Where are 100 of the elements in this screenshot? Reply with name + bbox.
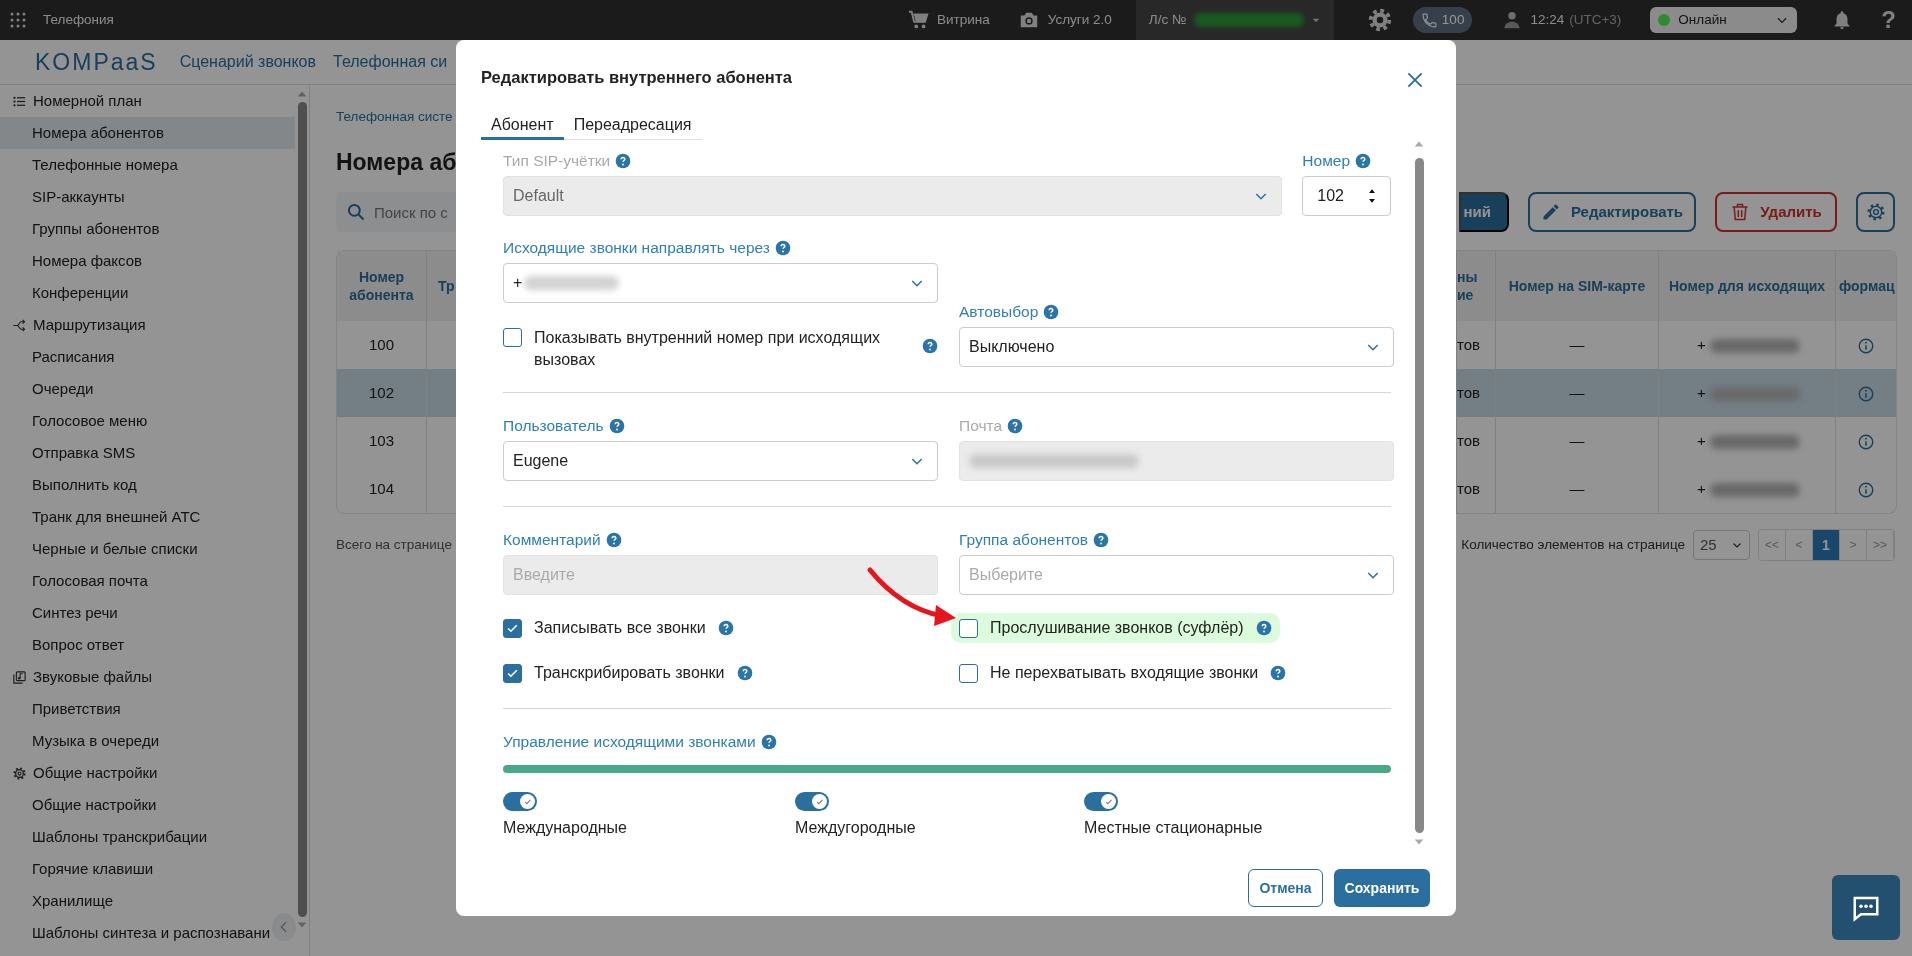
sidebar-item[interactable]: Синтез речи: [0, 597, 295, 629]
total-label: Всего на странице: [336, 535, 452, 554]
sidebar-item[interactable]: SIP-аккаунты: [0, 181, 295, 213]
sidebar-item[interactable]: Группы абонентов: [0, 213, 295, 245]
sidebar-item[interactable]: Транк для внешней АТС: [0, 501, 295, 533]
clock-time: 12:24: [1530, 10, 1565, 29]
close-button[interactable]: [1405, 70, 1425, 90]
sidebar-group[interactable]: Звуковые файлы: [0, 661, 295, 693]
select-field[interactable]: Выключено: [959, 327, 1394, 367]
info-icon[interactable]: [1857, 480, 1875, 499]
scroll-up-icon: [296, 89, 308, 99]
sidebar-item[interactable]: Номера абонентов: [0, 117, 295, 149]
help-icon[interactable]: [1355, 153, 1372, 169]
apps-grid-icon[interactable]: [9, 11, 27, 29]
settings-icon[interactable]: [1366, 7, 1393, 33]
info-icon[interactable]: [1857, 384, 1875, 403]
sidebar-item[interactable]: Музыка в очереди: [0, 725, 295, 757]
help-icon[interactable]: [760, 734, 777, 750]
search-icon: [346, 202, 366, 222]
page-title: Номера аб: [336, 148, 457, 175]
help-icon[interactable]: [922, 338, 938, 354]
spinner-arrows-icon: [1366, 187, 1378, 205]
number-input[interactable]: 102: [1302, 176, 1391, 216]
help-link[interactable]: ?: [1881, 2, 1896, 38]
settings-button[interactable]: [1856, 192, 1895, 232]
info-icon[interactable]: [1857, 432, 1875, 451]
sidebar-item[interactable]: Расписания: [0, 341, 295, 373]
select-field[interactable]: +: [503, 263, 938, 303]
trash-icon: [1730, 202, 1751, 222]
page-size-select[interactable]: 25: [1693, 530, 1750, 560]
sidebar-item[interactable]: Телефонные номера: [0, 149, 295, 181]
logo[interactable]: KOMPaaS: [35, 44, 158, 80]
tab[interactable]: Переадресация: [563, 106, 702, 140]
help-icon[interactable]: [736, 665, 753, 681]
field-label: Исходящие звонки направлять через: [503, 238, 770, 258]
field-label: Тип SIP-учётки: [503, 151, 611, 171]
edit-button[interactable]: Редактировать: [1528, 192, 1696, 232]
table-cell: +: [1697, 431, 1706, 449]
help-icon[interactable]: [1007, 418, 1024, 434]
sidebar-item[interactable]: Шаблоны транскрибации: [0, 821, 295, 853]
checkbox[interactable]: [503, 663, 522, 683]
table-cell: —: [1569, 431, 1585, 449]
select-field[interactable]: Eugene: [503, 441, 938, 481]
timezone-label: (UTC+3): [1569, 10, 1622, 29]
breadcrumb-link[interactable]: Телефонная систе: [336, 107, 453, 127]
sidebar-item[interactable]: Конференции: [0, 277, 295, 309]
sidebar-group[interactable]: Номерной план: [0, 85, 295, 117]
sidebar-item[interactable]: Очереди: [0, 373, 295, 405]
column-header: формац: [1838, 277, 1895, 294]
sidebar-item[interactable]: Выполнить код: [0, 469, 295, 501]
page-size-label: Количество элементов на странице: [1461, 535, 1685, 554]
calls-counter[interactable]: 100: [1412, 7, 1473, 33]
help-icon[interactable]: [615, 153, 632, 169]
checkbox[interactable]: [503, 618, 522, 638]
help-icon[interactable]: [1270, 665, 1287, 681]
help-icon[interactable]: [1255, 620, 1272, 636]
sidebar-group[interactable]: Общие настройки: [0, 757, 295, 789]
info-icon[interactable]: [1857, 336, 1875, 355]
add-button[interactable]: ний: [1459, 192, 1509, 232]
toggle-switch[interactable]: [1084, 792, 1118, 811]
page-link[interactable]: 1: [1813, 530, 1840, 560]
services-link[interactable]: Услуги 2.0: [1017, 9, 1112, 31]
settings-icon: [12, 765, 27, 781]
table-cell: —: [1569, 335, 1585, 353]
checkbox[interactable]: [503, 328, 522, 347]
nav-link[interactable]: Телефонная си: [333, 50, 448, 74]
cart-icon: [908, 9, 931, 31]
save-button[interactable]: Сохранить: [1334, 869, 1430, 907]
help-icon[interactable]: [717, 620, 734, 636]
showcase-link[interactable]: Витрина: [908, 9, 990, 31]
help-icon[interactable]: [608, 418, 625, 434]
nav-link[interactable]: Сценарий звонков: [179, 50, 316, 74]
checkbox[interactable]: [959, 618, 978, 638]
help-icon[interactable]: [1093, 532, 1110, 548]
sidebar-item[interactable]: Голосовая почта: [0, 565, 295, 597]
delete-button[interactable]: Удалить: [1715, 192, 1837, 232]
sidebar-group[interactable]: Маршрутизация: [0, 309, 295, 341]
sidebar-item[interactable]: Голосовое меню: [0, 405, 295, 437]
help-icon[interactable]: [605, 532, 622, 548]
help-icon[interactable]: [774, 240, 791, 256]
account-selector[interactable]: Л/с №: [1135, 0, 1334, 40]
sidebar-item[interactable]: Общие настройки: [0, 789, 295, 821]
chat-button[interactable]: [1832, 875, 1900, 940]
tab[interactable]: Абонент: [481, 106, 564, 140]
sidebar-item[interactable]: Вопрос ответ: [0, 629, 295, 661]
status-select[interactable]: Онлайн: [1650, 7, 1798, 33]
switch-label: Международные: [503, 818, 628, 838]
toggle-switch[interactable]: [503, 792, 537, 811]
cancel-button[interactable]: Отмена: [1248, 869, 1323, 907]
table-cell: +: [1697, 479, 1706, 497]
field-label: Почта: [959, 416, 1003, 436]
sidebar-item[interactable]: Номера факсов: [0, 245, 295, 277]
sidebar-item[interactable]: Черные и белые списки: [0, 533, 295, 565]
sidebar-item[interactable]: Отправка SMS: [0, 437, 295, 469]
sidebar-item[interactable]: Горячие клавиши: [0, 853, 295, 885]
checkbox[interactable]: [959, 663, 978, 683]
table-cell: +: [1697, 335, 1706, 353]
sidebar-item[interactable]: Приветствия: [0, 693, 295, 725]
toggle-switch[interactable]: [795, 792, 829, 811]
help-icon[interactable]: [1043, 304, 1060, 320]
